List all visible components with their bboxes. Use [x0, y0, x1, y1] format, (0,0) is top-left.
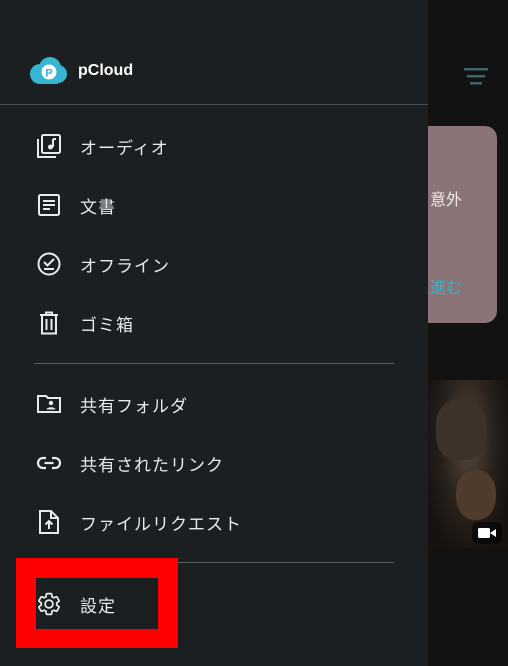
gear-icon: [36, 591, 62, 617]
nav-item-label: 文書: [80, 197, 116, 218]
nav-item-label: 共有されたリンク: [80, 455, 224, 476]
background-app: [428, 0, 508, 666]
offline-check-icon: [36, 251, 62, 277]
nav-item-label: ファイルリクエスト: [80, 514, 242, 535]
link-icon: [36, 450, 62, 476]
video-icon: [472, 522, 502, 544]
nav-item-shared-links[interactable]: 共有されたリンク: [0, 435, 428, 491]
svg-text:P: P: [45, 68, 52, 80]
app-name: pCloud: [78, 62, 134, 79]
brand: P pCloud: [28, 56, 133, 86]
nav-item-offline[interactable]: オフライン: [0, 236, 428, 292]
nav-item-trash[interactable]: ゴミ箱: [0, 295, 428, 351]
header-divider: [0, 104, 428, 105]
section-divider: [34, 363, 394, 364]
shared-folder-icon: [36, 391, 62, 417]
nav-item-label: オフライン: [80, 256, 170, 277]
sort-icon[interactable]: [464, 66, 490, 86]
file-request-icon: [36, 509, 62, 535]
nav-item-label: 設定: [80, 596, 116, 617]
nav-item-shared-folders[interactable]: 共有フォルダ: [0, 376, 428, 432]
document-icon: [36, 192, 62, 218]
audio-icon: [36, 133, 62, 159]
trash-icon: [36, 310, 62, 336]
pcloud-logo-icon: P: [30, 57, 67, 84]
nav-item-label: ゴミ箱: [80, 315, 134, 336]
nav-item-settings[interactable]: 設定: [0, 576, 178, 632]
nav-item-label: オーディオ: [80, 138, 169, 159]
nav-item-audio[interactable]: オーディオ: [0, 118, 428, 174]
nav-item-file-request[interactable]: ファイルリクエスト: [0, 494, 428, 550]
screen: も意外 に進む P pCloud オーディオ 文書 オフライン ゴミ箱 共有フォ…: [0, 0, 508, 666]
nav-item-label: 共有フォルダ: [80, 396, 188, 417]
nav-item-documents[interactable]: 文書: [0, 177, 428, 233]
